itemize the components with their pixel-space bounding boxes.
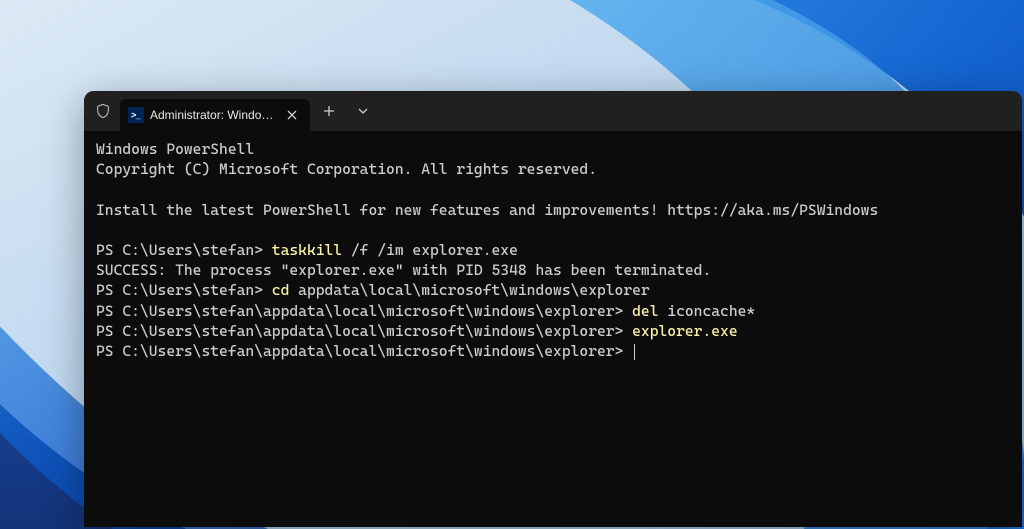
terminal-prompt-current: PS C:\Users\stefan\appdata\local\microso…: [96, 341, 1010, 361]
terminal-line: PS C:\Users\stefan\appdata\local\microso…: [96, 301, 1010, 321]
banner-line: Install the latest PowerShell for new fe…: [96, 200, 1010, 220]
tab-title: Administrator: Windows Powe: [150, 108, 278, 122]
banner-line: Copyright (C) Microsoft Corporation. All…: [96, 159, 1010, 179]
blank-line: [96, 180, 1010, 200]
tab-dropdown-button[interactable]: [348, 96, 378, 126]
powershell-icon: >_: [128, 107, 144, 123]
terminal-output: SUCCESS: The process "explorer.exe" with…: [96, 260, 1010, 280]
admin-shield-icon: [94, 102, 112, 120]
terminal-line: PS C:\Users\stefan> cd appdata\local\mic…: [96, 280, 1010, 300]
blank-line: [96, 220, 1010, 240]
cursor: [634, 344, 635, 360]
terminal-window: >_ Administrator: Windows Powe Windows P…: [84, 91, 1022, 527]
banner-line: Windows PowerShell: [96, 139, 1010, 159]
tab-powershell[interactable]: >_ Administrator: Windows Powe: [120, 99, 310, 131]
new-tab-button[interactable]: [314, 96, 344, 126]
close-tab-button[interactable]: [284, 107, 300, 123]
window-titlebar[interactable]: >_ Administrator: Windows Powe: [84, 91, 1022, 131]
terminal-content[interactable]: Windows PowerShell Copyright (C) Microso…: [84, 131, 1022, 527]
terminal-line: PS C:\Users\stefan> taskkill /f /im expl…: [96, 240, 1010, 260]
terminal-line: PS C:\Users\stefan\appdata\local\microso…: [96, 321, 1010, 341]
